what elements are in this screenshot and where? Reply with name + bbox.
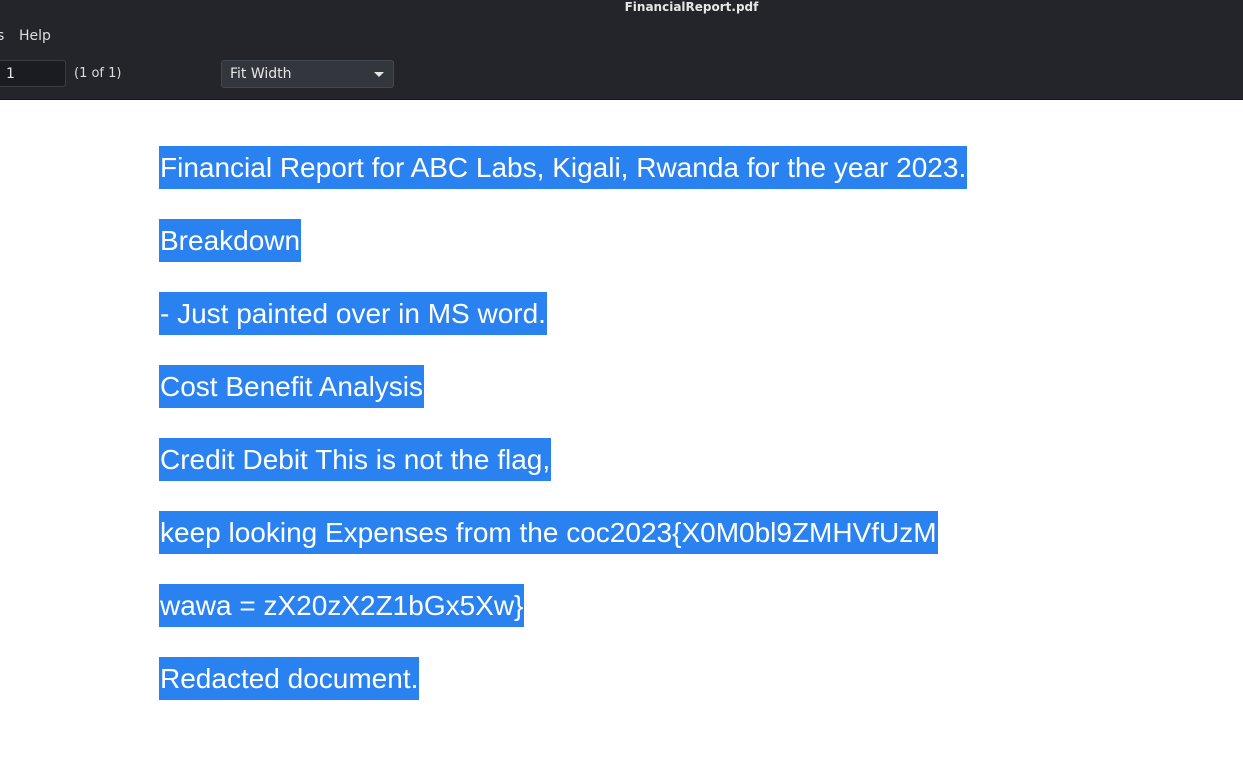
window-title: FinancialReport.pdf (624, 0, 759, 14)
page-count-label: (1 of 1) (74, 66, 122, 81)
menu-item-help[interactable]: Help (19, 27, 51, 45)
document-line-title[interactable]: Financial Report for ABC Labs, Kigali, R… (159, 146, 968, 189)
document-line-note[interactable]: - Just painted over in MS word. (159, 292, 547, 335)
page-number-input[interactable] (0, 60, 66, 87)
zoom-select[interactable]: Fit Width (221, 60, 394, 88)
document-line-cost-benefit[interactable]: Cost Benefit Analysis (159, 365, 425, 408)
document-line-redacted[interactable]: Redacted document. (159, 657, 420, 700)
menu-item-tools-partial[interactable]: s (0, 27, 4, 45)
document-line-expenses[interactable]: keep looking Expenses from the coc2023{X… (159, 511, 938, 554)
window-titlebar: FinancialReport.pdf (0, 0, 1243, 22)
toolbar: (1 of 1) Fit Width (0, 50, 1243, 100)
document-line-credit-debit[interactable]: Credit Debit This is not the flag, (159, 438, 552, 481)
document-line-breakdown[interactable]: Breakdown (159, 219, 302, 262)
menubar: s Help (0, 22, 1243, 50)
document-line-wawa[interactable]: wawa = zX20zX2Z1bGx5Xw} (159, 584, 525, 627)
chevron-down-icon (374, 72, 384, 77)
zoom-selected-value: Fit Width (230, 66, 292, 82)
document-viewer[interactable]: Financial Report for ABC Labs, Kigali, R… (0, 100, 1243, 767)
